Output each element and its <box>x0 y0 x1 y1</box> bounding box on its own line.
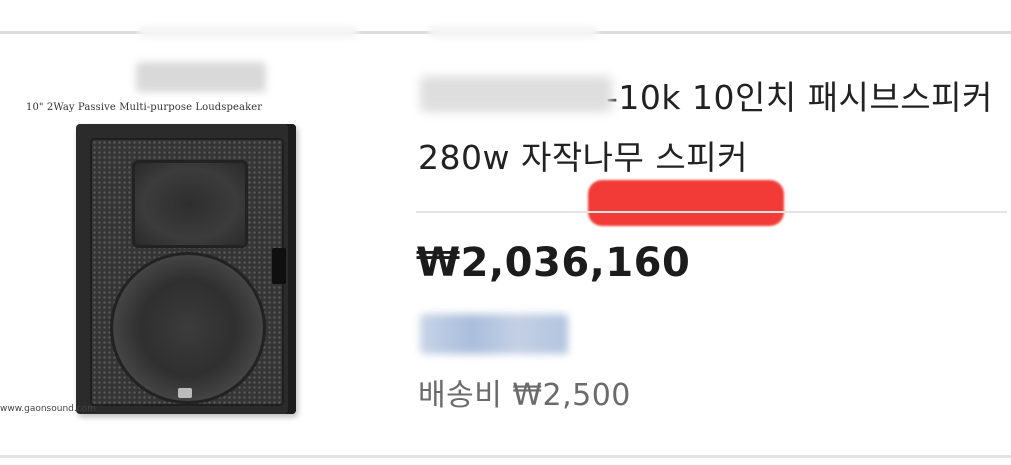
image-blur-overlay <box>136 62 266 92</box>
image-watermark-url: www.gaonsound.com <box>0 404 96 414</box>
shipping-fee: 배송비 ₩2,500 <box>418 378 631 413</box>
bottom-divider <box>0 455 1011 458</box>
title-blur-overlay <box>420 76 612 112</box>
speaker-horn <box>132 160 248 248</box>
title-divider <box>416 211 1007 213</box>
blurred-header-right <box>428 26 598 38</box>
speaker-grille <box>90 138 284 406</box>
image-caption: 10" 2Way Passive Multi-purpose Loudspeak… <box>26 102 263 113</box>
speaker-port <box>272 248 286 284</box>
blurred-header-left <box>138 26 358 38</box>
speaker-illustration <box>76 124 296 414</box>
speaker-logo-badge <box>178 388 192 398</box>
speaker-woofer <box>110 252 266 404</box>
red-redaction-mark <box>588 180 784 226</box>
product-price: ₩2,036,160 <box>416 240 691 286</box>
seller-info-blurred[interactable] <box>420 314 568 354</box>
